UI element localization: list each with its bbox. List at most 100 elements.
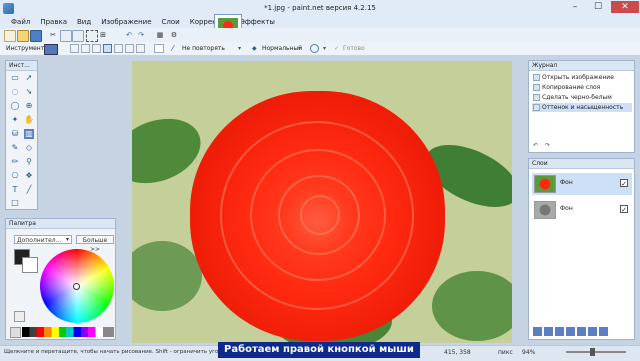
deselect-icon[interactable]: ⊞ — [98, 30, 108, 40]
history-item[interactable]: Копирование слоя — [532, 83, 632, 92]
clone-stamp-icon[interactable]: ⎔ — [10, 171, 20, 181]
zoom-level: 94% — [522, 349, 536, 356]
antialiasing-dropdown-arrow-icon[interactable]: ▾ — [323, 44, 326, 53]
delete-layer-icon[interactable] — [544, 327, 553, 336]
cut-icon[interactable]: ✂ — [48, 30, 58, 40]
palette-menu-icon[interactable] — [10, 327, 21, 338]
layers-panel: Слои Фон ✓ Фон ✓ — [528, 158, 635, 340]
menu-image[interactable]: Изображение — [96, 17, 156, 27]
maximize-button[interactable]: ☐ — [588, 1, 608, 13]
secondary-color-swatch[interactable] — [22, 257, 38, 273]
image-canvas[interactable] — [132, 61, 512, 343]
paintbrush-icon[interactable]: ✎ — [10, 143, 20, 153]
color-palette-strip[interactable] — [22, 327, 114, 337]
grid-icon[interactable]: ▦ — [155, 30, 165, 40]
palette-dropdown-arrow-icon[interactable]: ▾ — [66, 235, 69, 244]
layers-panel-title: Слои — [529, 159, 634, 169]
antialiasing-icon[interactable] — [310, 44, 319, 53]
layer-row[interactable]: Фон ✓ — [532, 199, 632, 221]
layer-row[interactable]: Фон ✓ — [532, 173, 632, 195]
pan-icon[interactable]: ✋ — [24, 115, 34, 125]
palette-options-icon[interactable] — [14, 311, 25, 322]
brush-icon: ⁄ — [172, 44, 174, 53]
blend-mode-icon: ◆ — [252, 45, 257, 52]
move-selection-icon[interactable]: ➚ — [24, 73, 34, 83]
selection-mode-exclude-icon[interactable] — [92, 44, 101, 53]
blend-mode-dropdown[interactable]: Нормальный — [262, 44, 302, 53]
history-panel: Журнал Открыть изображение Копирование с… — [528, 60, 635, 153]
paint-bucket-icon[interactable]: ⛁ — [10, 129, 20, 139]
eraser-icon[interactable]: ◇ — [24, 143, 34, 153]
lasso-select-icon[interactable]: ◌ — [10, 87, 20, 97]
history-item-icon — [533, 74, 540, 81]
layer-properties-icon[interactable] — [599, 327, 608, 336]
more-colors-button[interactable]: Больше >> — [76, 235, 114, 253]
finish-button[interactable]: Готово — [343, 44, 365, 53]
selection-mode-union-icon[interactable] — [81, 44, 90, 53]
history-item-icon — [533, 94, 540, 101]
save-icon[interactable] — [30, 30, 42, 42]
repeat-dropdown-arrow-icon[interactable]: ▾ — [238, 44, 241, 53]
blend-dropdown-arrow-icon[interactable]: ▾ — [298, 44, 301, 53]
history-redo-icon[interactable]: ↷ — [545, 141, 550, 150]
layer-visibility-checkbox[interactable]: ✓ — [620, 205, 628, 214]
paste-icon[interactable] — [72, 30, 84, 42]
zoom-icon[interactable]: ⊕ — [24, 101, 34, 111]
antialias-icon[interactable] — [136, 44, 145, 53]
selection-mode-invert-icon[interactable] — [125, 44, 134, 53]
menu-file[interactable]: Файл — [6, 17, 35, 27]
history-item[interactable]: Открыть изображение — [532, 73, 632, 82]
open-folder-icon[interactable] — [17, 30, 29, 42]
history-item[interactable]: Сделать черно-белым — [532, 93, 632, 102]
current-tool-icon[interactable] — [44, 44, 58, 55]
merge-layer-icon[interactable] — [566, 327, 575, 336]
paintnet-app-icon — [3, 3, 14, 14]
pencil-icon[interactable]: ✏ — [10, 157, 20, 167]
move-layer-up-icon[interactable] — [577, 327, 586, 336]
tools-panel-title: Инст... — [6, 61, 37, 71]
color-wheel[interactable] — [40, 249, 114, 323]
redo-icon[interactable]: ↷ — [136, 30, 146, 40]
rectangle-select-icon[interactable]: ▭ — [10, 73, 20, 83]
recolor-icon[interactable]: ❖ — [24, 171, 34, 181]
instrument-label: Инструмент: — [6, 45, 47, 52]
duplicate-layer-icon[interactable] — [555, 327, 564, 336]
add-layer-icon[interactable] — [533, 327, 542, 336]
move-selected-icon[interactable]: ➘ — [24, 87, 34, 97]
palette-panel-title: Палитра — [6, 219, 115, 229]
settings-icon[interactable]: ⚙ — [169, 30, 179, 40]
selection-mode-intersect-icon[interactable] — [103, 44, 112, 53]
palette-panel: Палитра Дополнител... ▾ Больше >> — [5, 218, 116, 340]
layer-visibility-checkbox[interactable]: ✓ — [620, 179, 628, 188]
menu-layers[interactable]: Слои — [157, 17, 185, 27]
fill-mode-icon[interactable] — [154, 44, 164, 53]
history-panel-title: Журнал — [529, 61, 634, 71]
text-icon[interactable]: T — [10, 185, 20, 195]
selection-mode-replace-icon[interactable] — [70, 44, 79, 53]
history-item-selected[interactable]: Оттенок и насыщенность — [532, 103, 632, 112]
zoom-slider-thumb[interactable] — [590, 348, 595, 356]
crop-icon[interactable] — [86, 30, 98, 42]
ellipse-select-icon[interactable]: ◯ — [10, 101, 20, 111]
close-button[interactable]: ✕ — [611, 1, 639, 13]
shapes-icon[interactable]: □ — [10, 198, 20, 208]
selection-mode-xor-icon[interactable] — [114, 44, 123, 53]
repeat-mode-dropdown[interactable]: Не повторять — [182, 44, 225, 53]
color-wheel-cursor[interactable] — [73, 283, 80, 290]
zoom-slider[interactable] — [566, 351, 626, 353]
undo-icon[interactable]: ↶ — [124, 30, 134, 40]
color-picker-icon[interactable]: ⚲ — [24, 157, 34, 167]
gradient-icon[interactable]: ▥ — [24, 129, 34, 139]
layers-toolbar — [533, 327, 633, 337]
move-layer-down-icon[interactable] — [588, 327, 597, 336]
palette-mode-dropdown[interactable]: Дополнител... — [14, 235, 72, 244]
history-undo-icon[interactable]: ↶ — [533, 141, 538, 150]
new-file-icon[interactable] — [4, 30, 16, 42]
magic-wand-icon[interactable]: ✦ — [10, 115, 20, 125]
menu-edit[interactable]: Правка — [35, 17, 72, 27]
red-camellia-flower — [190, 91, 445, 341]
copy-icon[interactable] — [60, 30, 72, 42]
menu-view[interactable]: Вид — [72, 17, 96, 27]
minimize-button[interactable]: – — [565, 1, 585, 13]
line-curve-icon[interactable]: ╱ — [24, 185, 34, 195]
